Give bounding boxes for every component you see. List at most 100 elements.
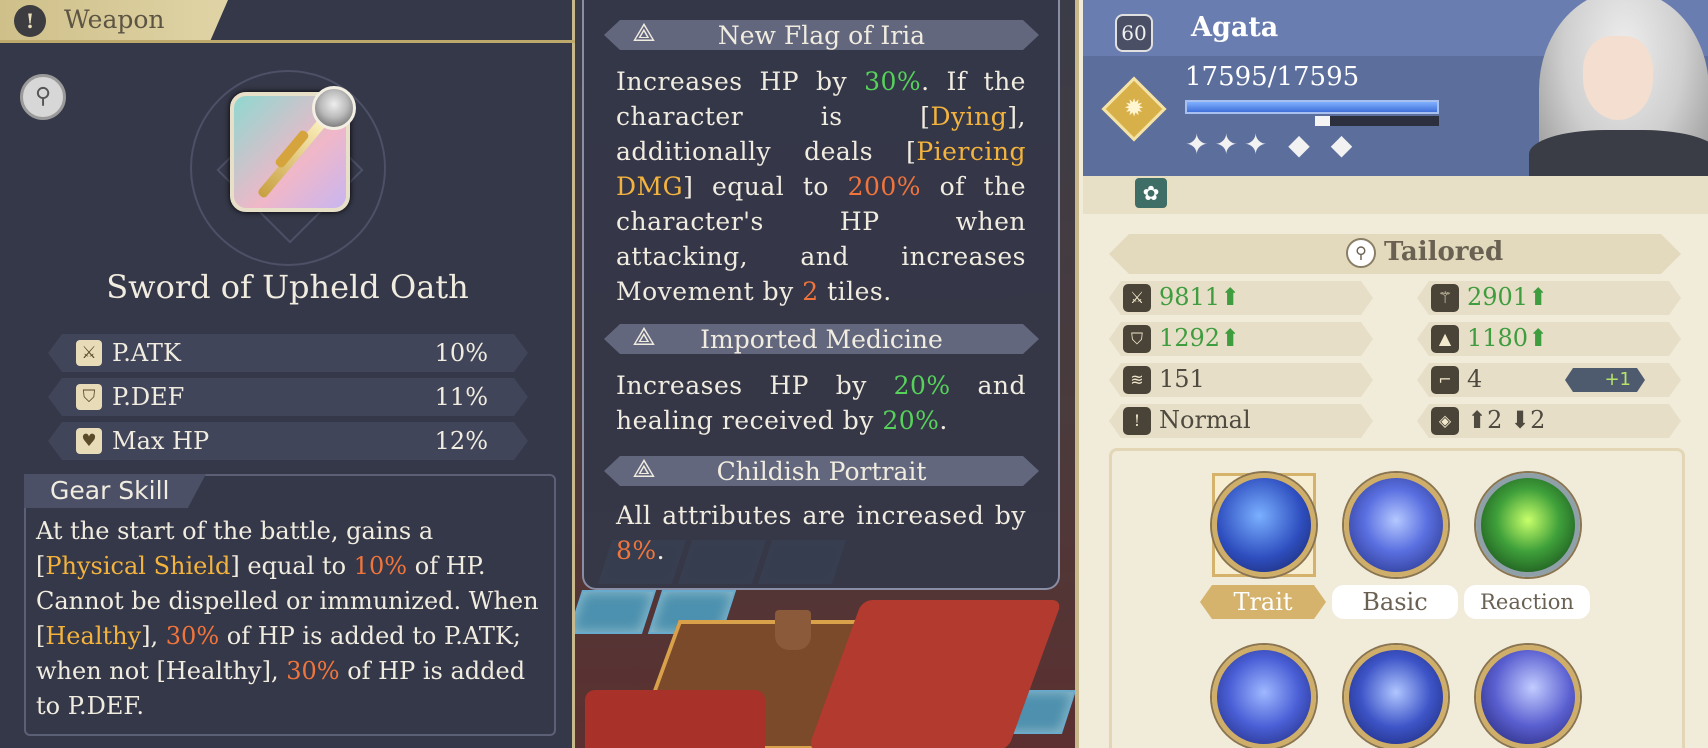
- staff-icon: ⚚: [1431, 284, 1459, 312]
- stat-value: 10%: [434, 339, 488, 367]
- text-run: tiles.: [818, 277, 892, 306]
- attribute-value: 2901⬆: [1467, 283, 1548, 311]
- heart-icon: ♥: [76, 428, 102, 454]
- sword-icon: ⚔: [1123, 284, 1151, 312]
- relic-title-bar: ⟁ Childish Portrait: [604, 456, 1039, 486]
- character-name: Agata: [1191, 12, 1279, 43]
- hp-bar-fill: [1187, 102, 1437, 112]
- text-run: All attributes are increased by: [616, 501, 1026, 530]
- value-highlight: 10%: [353, 552, 408, 580]
- weapon-stat-row: ⚔ P.ATK 10%: [48, 334, 528, 372]
- skill-label-trait[interactable]: Trait: [1200, 585, 1326, 619]
- stat-name: P.DEF: [112, 383, 185, 411]
- attribute-row: ◈ ⬆2 ⬇2: [1417, 404, 1681, 438]
- potted-plant: [775, 610, 811, 650]
- relic-description: All attributes are increased by 8%.: [616, 498, 1026, 568]
- relic-tooltip: ⟁ New Flag of Iria Increases HP by 30%. …: [582, 0, 1060, 590]
- text-run: Increases HP by: [616, 371, 894, 400]
- weapon-stat-row: ♥ Max HP 12%: [48, 422, 528, 460]
- relic-title-bar: ⟁ New Flag of Iria: [604, 20, 1039, 50]
- character-portrait: [1519, 0, 1708, 176]
- text-run: Increases HP by: [616, 67, 865, 96]
- skill-icon[interactable]: [1344, 645, 1448, 748]
- stat-name: P.ATK: [112, 339, 181, 367]
- hp-bar: [1185, 100, 1439, 114]
- skill-label-reaction[interactable]: Reaction: [1464, 585, 1590, 619]
- value-highlight: 30%: [286, 657, 340, 685]
- weapon-panel: ! Weapon ⚲ Sword of Upheld Oath ⚔ P.ATK …: [0, 0, 575, 748]
- portrait-face: [1583, 36, 1653, 120]
- skills-panel: Trait Basic Reaction: [1109, 448, 1685, 748]
- text-run: ],: [141, 622, 166, 650]
- attribute-value: Normal: [1159, 406, 1251, 434]
- text-run: .: [939, 406, 948, 435]
- basic-skill-icon[interactable]: [1344, 473, 1448, 577]
- attribute-value: 4: [1467, 365, 1483, 393]
- attribute-value: 9811⬆: [1159, 283, 1240, 311]
- range-icon: ◈: [1431, 407, 1459, 435]
- hp-value: 17595/17595: [1185, 62, 1360, 92]
- wing-icon: ≋: [1123, 366, 1151, 394]
- value-highlight: 20%: [893, 371, 951, 400]
- attribute-value: 1292⬆: [1159, 324, 1240, 352]
- arrow-up-icon: ⬆: [1528, 283, 1549, 311]
- character-panel: 60 Agata ✹ 17595/17595 ✦✦✦ ◆ ◆ ✿ ⚲ Tailo…: [1075, 0, 1708, 748]
- attribute-number: 2901: [1467, 283, 1529, 311]
- sofa: [585, 690, 765, 748]
- mode-selector[interactable]: ⚲ Tailored: [1109, 234, 1681, 274]
- arrow-up-icon: ⬆: [1220, 283, 1241, 311]
- boot-icon: ⌐: [1431, 366, 1459, 394]
- mode-label: Tailored: [1384, 237, 1504, 267]
- attribute-number: 9811: [1159, 283, 1221, 311]
- weapon-name: Sword of Upheld Oath: [106, 268, 469, 306]
- gear-skill-description: At the start of the battle, gains a [Phy…: [36, 514, 546, 724]
- arrow-up-icon: ⬆: [1220, 324, 1241, 352]
- attribute-row: ⚔ 9811⬆: [1109, 281, 1373, 315]
- attribute-row: ⚚ 2901⬆: [1417, 281, 1681, 315]
- grid-tile: [575, 590, 657, 634]
- sun-icon: ✹: [1123, 94, 1145, 122]
- value-highlight: 30%: [864, 67, 922, 96]
- keyword-highlight: Physical Shield: [45, 552, 231, 580]
- attribute-value: 1180⬆: [1467, 324, 1548, 352]
- skill-label-basic[interactable]: Basic: [1332, 585, 1458, 619]
- search-icon: ⚲: [1346, 238, 1376, 268]
- shield-icon: ⛉: [76, 384, 102, 410]
- talent-strip: [1083, 176, 1708, 214]
- stat-name: Max HP: [112, 427, 210, 455]
- value-highlight: 30%: [165, 622, 220, 650]
- stat-value: 12%: [434, 427, 488, 455]
- skill-icon[interactable]: [1212, 645, 1316, 748]
- relic-description: Increases HP by 30%. If the character is…: [616, 64, 1026, 309]
- header-divider: [0, 40, 575, 43]
- sword-icon: [256, 112, 332, 200]
- text-run: ] equal to: [683, 172, 848, 201]
- value-highlight: 2: [802, 277, 819, 306]
- xp-bar: [1315, 116, 1439, 126]
- keyword-highlight: Dying: [930, 102, 1008, 131]
- person-icon: !: [1123, 407, 1151, 435]
- exclamation-icon: !: [14, 5, 46, 37]
- character-avatar: [312, 86, 356, 130]
- attribute-number: 1180: [1467, 324, 1529, 352]
- sword-icon: ⚔: [76, 340, 102, 366]
- weapon-header-title: Weapon: [64, 5, 165, 34]
- value-highlight: 20%: [882, 406, 940, 435]
- attribute-row: ⌐ 4 +1: [1417, 363, 1681, 397]
- reaction-skill-icon[interactable]: [1476, 473, 1580, 577]
- value-highlight: 8%: [616, 536, 657, 565]
- attribute-row: ⛉ 1292⬆: [1109, 322, 1373, 356]
- movement-bonus-badge: +1: [1565, 368, 1645, 392]
- inspect-character-icon[interactable]: ⚲: [20, 74, 66, 120]
- paw-icon[interactable]: ✿: [1133, 176, 1169, 210]
- trait-skill-icon[interactable]: [1212, 473, 1316, 577]
- attribute-row: ▲ 1180⬆: [1417, 322, 1681, 356]
- attribute-value: ⬆2 ⬇2: [1467, 406, 1546, 434]
- portrait-collar: [1529, 130, 1708, 176]
- star-rating: ✦✦✦ ◆ ◆: [1185, 128, 1359, 161]
- attribute-row: ≋ 151: [1109, 363, 1373, 397]
- text-run: .: [656, 536, 666, 565]
- xp-bar-fill: [1315, 116, 1330, 126]
- skill-icon[interactable]: [1476, 645, 1580, 748]
- hat-icon: ▲: [1431, 325, 1459, 353]
